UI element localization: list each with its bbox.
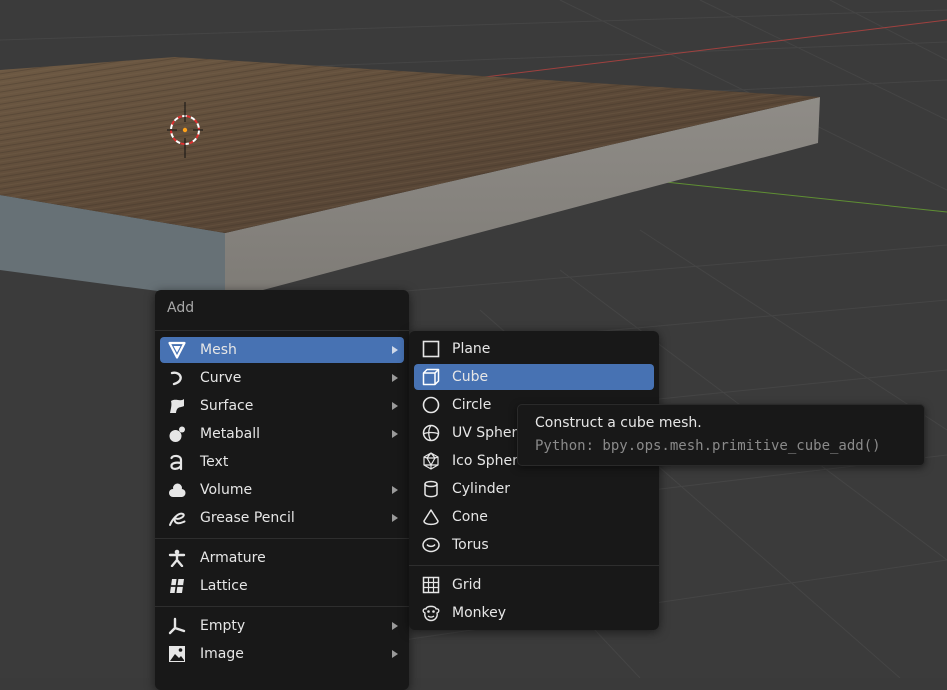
menu-item-volume[interactable]: Volume [160, 477, 404, 503]
menu-item-curve[interactable]: Curve [160, 365, 404, 391]
menu-separator [155, 538, 409, 539]
menu-item-grid[interactable]: Grid [414, 572, 654, 598]
uv-sphere-icon [422, 424, 440, 442]
submenu-arrow-icon [392, 346, 398, 354]
menu-item-lattice[interactable]: Lattice [160, 573, 404, 599]
armature-icon [168, 549, 186, 567]
menu-item-label: Grease Pencil [200, 510, 295, 526]
cube-icon [422, 368, 440, 386]
menu-item-monkey[interactable]: Monkey [414, 600, 654, 626]
menu-item-label: Lattice [200, 578, 248, 594]
menu-item-surface[interactable]: Surface [160, 393, 404, 419]
menu-separator [155, 330, 409, 331]
menu-item-label: Cube [452, 369, 489, 385]
submenu-arrow-icon [392, 402, 398, 410]
submenu-arrow-icon [392, 430, 398, 438]
circle-icon [422, 396, 440, 414]
tooltip-description: Construct a cube mesh. [535, 415, 702, 431]
menu-item-label: Cone [452, 509, 488, 525]
mesh-icon [168, 341, 186, 359]
text-icon [170, 454, 183, 471]
menu-item-label: UV Sphere [452, 425, 526, 441]
menu-item-text[interactable]: Text [160, 449, 404, 475]
menu-item-label: Ico Sphere [452, 453, 527, 469]
tooltip: Construct a cube mesh. Python: bpy.ops.m… [517, 404, 925, 466]
torus-icon [422, 537, 440, 553]
cone-icon [423, 509, 439, 526]
menu-separator [155, 606, 409, 607]
menu-item-label: Cylinder [452, 481, 510, 497]
menu-item-plane[interactable]: Plane [414, 336, 654, 362]
menu-item-torus[interactable]: Torus [414, 532, 654, 558]
menu-item-label: Text [200, 454, 229, 470]
menu-item-label: Armature [200, 550, 266, 566]
cylinder-icon [424, 480, 438, 498]
menu-item-label: Torus [452, 537, 489, 553]
menu-separator [409, 565, 659, 566]
volume-icon [169, 483, 186, 497]
submenu-arrow-icon [392, 486, 398, 494]
menu-item-image[interactable]: Image [160, 641, 404, 667]
plane-icon [422, 340, 440, 358]
menu-item-label: Surface [200, 398, 254, 414]
menu-item-empty[interactable]: Empty [160, 613, 404, 639]
menu-item-label: Image [200, 646, 244, 662]
menu-item-cone[interactable]: Cone [414, 504, 654, 530]
submenu-arrow-icon [392, 374, 398, 382]
curve-icon [170, 371, 182, 386]
lattice-icon [170, 578, 184, 594]
grease-pencil-icon [169, 512, 186, 526]
empty-icon [168, 617, 186, 635]
submenu-arrow-icon [392, 622, 398, 630]
submenu-arrow-icon [392, 514, 398, 522]
menu-item-label: Mesh [200, 342, 237, 358]
menu-item-label: Grid [452, 577, 482, 593]
menu-item-label: Empty [200, 618, 246, 634]
menu-item-mesh[interactable]: Mesh [160, 337, 404, 363]
menu-title: Add [167, 300, 195, 316]
submenu-arrow-icon [392, 650, 398, 658]
menu-item-label: Metaball [200, 426, 261, 442]
menu-item-label: Curve [200, 370, 242, 386]
menu-item-cube[interactable]: Cube [414, 364, 654, 390]
mesh-submenu: Plane Cube Circle UV Sphere Ico Sphere C… [409, 331, 659, 630]
menu-item-label: Volume [200, 482, 253, 498]
menu-item-grease-pencil[interactable]: Grease Pencil [160, 505, 404, 531]
surface-icon [170, 399, 184, 413]
menu-item-label: Plane [452, 341, 491, 357]
image-icon [169, 646, 185, 662]
menu-item-metaball[interactable]: Metaball [160, 421, 404, 447]
monkey-icon [422, 605, 440, 622]
menu-item-armature[interactable]: Armature [160, 545, 404, 571]
add-menu: Add Mesh Curve Surface Metaball Text Vol… [155, 290, 409, 690]
tooltip-python-path: Python: bpy.ops.mesh.primitive_cube_add(… [535, 438, 881, 454]
grid-icon [422, 576, 440, 594]
menu-item-label: Monkey [452, 605, 507, 621]
menu-item-cylinder[interactable]: Cylinder [414, 476, 654, 502]
menu-item-label: Circle [452, 397, 492, 413]
ico-sphere-icon [423, 452, 439, 470]
metaball-icon [169, 426, 185, 442]
